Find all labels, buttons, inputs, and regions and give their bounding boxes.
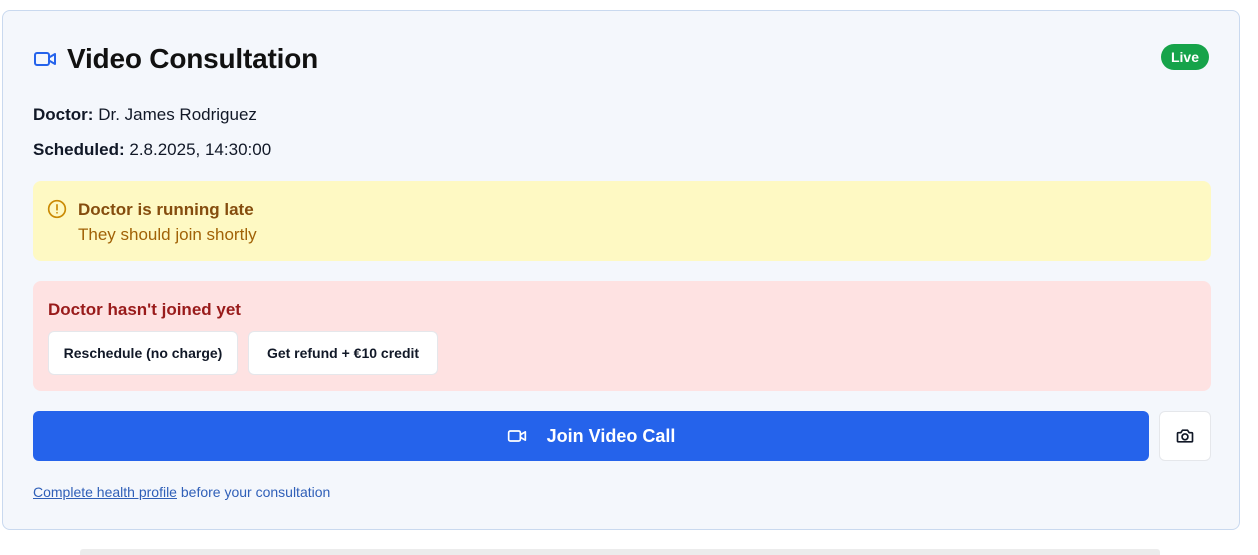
late-notice-title: Doctor is running late [78,200,254,219]
not-joined-title: Doctor hasn't joined yet [48,300,241,319]
complete-health-profile-link[interactable]: Complete health profile [33,484,177,500]
camera-check-button[interactable] [1159,411,1211,461]
camera-icon [1175,426,1195,446]
health-profile-hint-text: before your consultation [176,484,331,500]
doctor-name: Dr. James Rodriguez [98,105,257,124]
late-notice-subtitle: They should join shortly [78,225,257,244]
join-video-call-button[interactable]: Join Video Call [33,411,1149,461]
video-camera-icon [33,47,57,71]
video-consultation-card: Video Consultation Live Doctor: Dr. Jame… [2,10,1240,530]
live-status-badge: Live [1160,44,1209,70]
doctor-not-joined-alert: Doctor hasn't joined yet Reschedule (no … [33,281,1211,391]
scheduled-info: Scheduled: 2.8.2025, 14:30:00 [33,140,271,160]
scheduled-label: Scheduled: [33,140,125,159]
health-profile-hint: Complete health profile before your cons… [33,484,330,500]
reschedule-button[interactable]: Reschedule (no charge) [48,331,238,375]
join-video-call-label: Join Video Call [546,425,676,446]
next-card-edge [80,549,1160,555]
running-late-notice: Doctor is running late They should join … [33,181,1211,261]
doctor-label: Doctor: [33,105,94,124]
alert-circle-icon [47,199,67,219]
scheduled-datetime: 2.8.2025, 14:30:00 [129,140,272,159]
doctor-info: Doctor: Dr. James Rodriguez [33,105,257,125]
page-title: Video Consultation [67,43,318,74]
card-header: Video Consultation Live [33,39,1209,79]
refund-credit-button[interactable]: Get refund + €10 credit [248,331,438,375]
video-camera-icon [507,426,527,446]
